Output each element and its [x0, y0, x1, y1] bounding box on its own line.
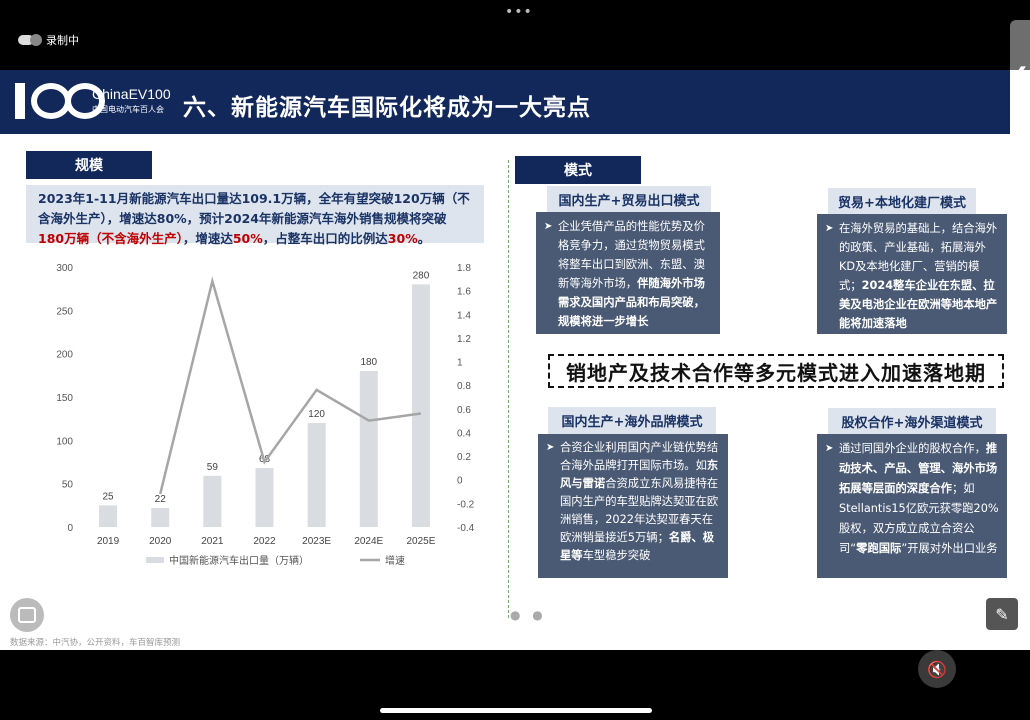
y-left-tick: 200	[56, 350, 73, 361]
x-tick-label: 2021	[201, 536, 224, 547]
card-title-4: 股权合作+海外渠道模式	[828, 408, 996, 435]
bar	[255, 468, 274, 527]
y-right-tick: 1.6	[457, 287, 471, 298]
more-dots[interactable]: •••	[505, 4, 533, 20]
y-right-tick: 0.6	[457, 405, 471, 416]
y-right-tick: 1.8	[457, 263, 471, 274]
y-left-tick: 100	[56, 436, 73, 447]
y-right-tick: 0.8	[457, 381, 471, 392]
x-tick-label: 2020	[149, 536, 172, 547]
card-title-1: 国内生产+贸易出口模式	[547, 186, 711, 213]
x-tick-label: 2019	[97, 536, 120, 547]
y-right-tick: 1	[457, 358, 463, 369]
data-label: 120	[308, 409, 325, 420]
bar	[307, 423, 326, 527]
recording-label: 录制中	[46, 34, 79, 47]
y-right-tick: -0.4	[457, 523, 475, 534]
card-body-3: ➤ 合资企业利用国内产业链优势结合海外品牌打开国际市场。如东风与雷诺合资成立东风…	[538, 434, 728, 578]
recording-indicator: 录制中	[18, 32, 79, 48]
card-body-1: ➤ 企业凭借产品的性能优势及价格竞争力，通过货物贸易模式将整车出口到欧洲、东盟、…	[536, 212, 720, 334]
bar	[151, 507, 170, 527]
record-dot-icon	[30, 34, 42, 46]
bar	[203, 475, 222, 527]
data-label: 25	[103, 491, 115, 502]
card-body-2: ➤ 在海外贸易的基础上，结合海外的政策、产业基础，拓展海外KD及本地化建厂、营销…	[817, 214, 1007, 334]
card-title-2: 贸易+本地化建厂模式	[828, 188, 976, 215]
chat-icon[interactable]	[10, 598, 44, 632]
data-label: 180	[360, 357, 377, 368]
growth-line	[159, 276, 422, 495]
bar	[99, 505, 118, 527]
data-label: 22	[155, 494, 167, 505]
slide: ChinaEV100 中国电动汽车百人会 六、新能源汽车国际化将成为一大亮点 规…	[0, 70, 1030, 650]
y-left-tick: 0	[67, 523, 73, 534]
bullet-icon: ➤	[825, 443, 834, 454]
x-tick-label: 2024E	[354, 536, 383, 547]
mode-banner: 销地产及技术合作等多元模式进入加速落地期	[548, 354, 1004, 388]
y-right-tick: 0	[457, 476, 463, 487]
y-left-tick: 150	[56, 393, 73, 404]
bullet-icon: ➤	[544, 221, 553, 232]
legend-swatch-bar	[146, 557, 164, 563]
y-right-tick: 1.4	[457, 310, 471, 321]
card-title-3: 国内生产+海外品牌模式	[548, 407, 716, 434]
bullet-icon: ➤	[825, 223, 834, 234]
bar	[411, 284, 430, 527]
mic-muted-icon[interactable]: 🔇	[918, 650, 956, 688]
data-label: 59	[207, 462, 219, 473]
legend-label-bar: 中国新能源汽车出口量（万辆）	[169, 554, 309, 567]
divider	[508, 160, 509, 618]
data-label: 280	[413, 270, 430, 281]
home-indicator[interactable]	[380, 708, 652, 713]
page-dots[interactable]: ● ●	[510, 608, 547, 622]
y-left-tick: 50	[62, 480, 74, 491]
y-right-tick: 0.2	[457, 452, 471, 463]
y-left-tick: 250	[56, 306, 73, 317]
x-tick-label: 2022	[253, 536, 276, 547]
data-source: 数据来源：中汽协，公开资料，车百智库预测	[10, 638, 181, 648]
y-right-tick: 1.2	[457, 334, 471, 345]
legend-label-line: 增速	[385, 554, 405, 567]
bar	[359, 371, 378, 527]
y-right-tick: -0.2	[457, 499, 475, 510]
y-right-tick: 0.4	[457, 428, 471, 439]
y-left-tick: 300	[56, 263, 73, 274]
expand-edit-icon[interactable]: ✎	[986, 598, 1018, 630]
x-tick-label: 2023E	[302, 536, 331, 547]
x-tick-label: 2025E	[406, 536, 435, 547]
card-body-4: ➤ 通过同国外企业的股权合作，推动技术、产品、管理、海外市场拓展等层面的深度合作…	[817, 434, 1007, 578]
bullet-icon: ➤	[546, 442, 555, 453]
